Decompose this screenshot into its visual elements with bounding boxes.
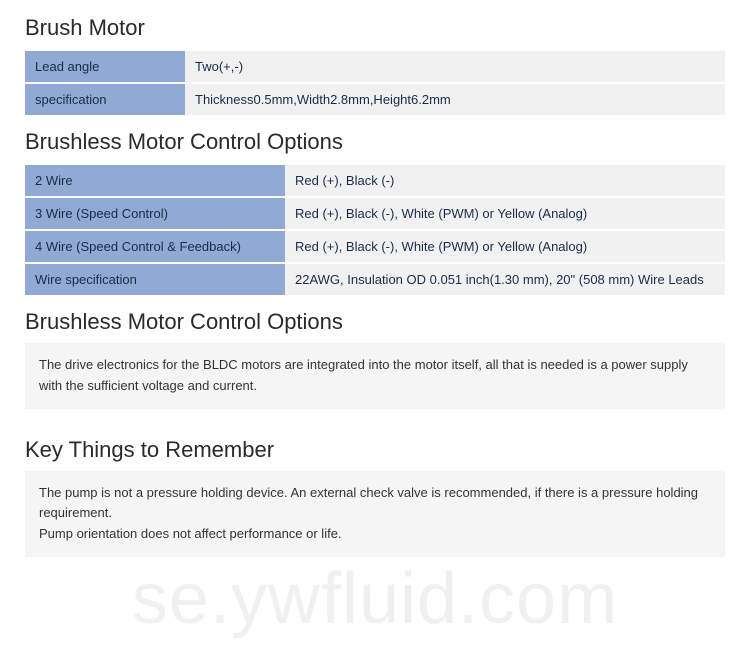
table-row: specification Thickness0.5mm,Width2.8mm,… [25, 84, 725, 115]
spec-value: Red (+), Black (-) [285, 165, 725, 196]
spec-value: 22AWG, Insulation OD 0.051 inch(1.30 mm)… [285, 264, 725, 295]
spec-label: specification [25, 84, 185, 115]
table-row: 3 Wire (Speed Control) Red (+), Black (-… [25, 198, 725, 229]
table-row: Lead angle Two(+,-) [25, 51, 725, 82]
spec-value: Thickness0.5mm,Width2.8mm,Height6.2mm [185, 84, 725, 115]
spec-value: Two(+,-) [185, 51, 725, 82]
spec-value: Red (+), Black (-), White (PWM) or Yello… [285, 198, 725, 229]
control-options-title-2: Brushless Motor Control Options [25, 309, 725, 335]
table-row: 4 Wire (Speed Control & Feedback) Red (+… [25, 231, 725, 262]
spec-label: 3 Wire (Speed Control) [25, 198, 285, 229]
spec-value: Red (+), Black (-), White (PWM) or Yello… [285, 231, 725, 262]
watermark-text: se.ywfluid.com [0, 558, 750, 640]
key-things-info: The pump is not a pressure holding devic… [25, 471, 725, 557]
control-options-table: 2 Wire Red (+), Black (-) 3 Wire (Speed … [25, 163, 725, 297]
spec-label: 2 Wire [25, 165, 285, 196]
control-options-title-1: Brushless Motor Control Options [25, 129, 725, 155]
brush-motor-table: Lead angle Two(+,-) specification Thickn… [25, 49, 725, 117]
brush-motor-title: Brush Motor [25, 15, 725, 41]
control-options-info: The drive electronics for the BLDC motor… [25, 343, 725, 409]
table-row: Wire specification 22AWG, Insulation OD … [25, 264, 725, 295]
table-row: 2 Wire Red (+), Black (-) [25, 165, 725, 196]
spec-label: Lead angle [25, 51, 185, 82]
key-things-title: Key Things to Remember [25, 437, 725, 463]
spec-label: 4 Wire (Speed Control & Feedback) [25, 231, 285, 262]
spec-label: Wire specification [25, 264, 285, 295]
